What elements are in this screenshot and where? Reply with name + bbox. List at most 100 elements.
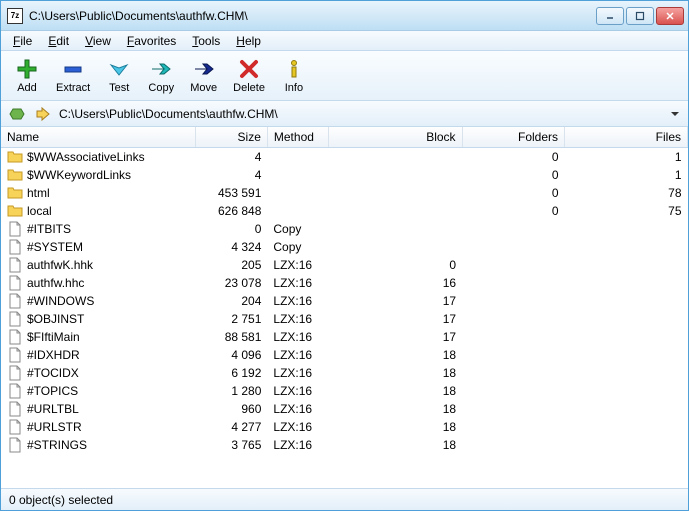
copy-button[interactable]: Copy <box>141 53 181 99</box>
file-folders <box>462 220 564 238</box>
menu-tools[interactable]: Tools <box>184 32 228 50</box>
column-header-name[interactable]: Name <box>1 127 196 148</box>
table-row[interactable]: #WINDOWS204LZX:1617 <box>1 292 688 310</box>
table-row[interactable]: #TOPICS1 280LZX:1618 <box>1 382 688 400</box>
maximize-button[interactable] <box>626 7 654 25</box>
history-icon[interactable] <box>7 104 27 124</box>
file-name: html <box>27 186 50 200</box>
file-size: 626 848 <box>196 202 268 220</box>
info-button[interactable]: Info <box>274 53 314 99</box>
table-row[interactable]: #STRINGS3 765LZX:1618 <box>1 436 688 454</box>
column-header-size[interactable]: Size <box>196 127 268 148</box>
file-name: #TOPICS <box>27 384 78 398</box>
table-row[interactable]: $FIftiMain88 581LZX:1617 <box>1 328 688 346</box>
file-method: LZX:16 <box>267 382 328 400</box>
file-name: #TOCIDX <box>27 366 79 380</box>
address-path[interactable]: C:\Users\Public\Documents\authfw.CHM\ <box>59 107 662 121</box>
file-block: 0 <box>329 256 462 274</box>
file-folders: 0 <box>462 202 564 220</box>
file-files: 78 <box>565 184 688 202</box>
file-size: 4 277 <box>196 418 268 436</box>
table-row[interactable]: $WWKeywordLinks401 <box>1 166 688 184</box>
file-method: LZX:16 <box>267 346 328 364</box>
file-block <box>329 238 462 256</box>
file-folders <box>462 292 564 310</box>
extract-button[interactable]: Extract <box>49 53 97 99</box>
file-files <box>565 274 688 292</box>
table-row[interactable]: #TOCIDX6 192LZX:1618 <box>1 364 688 382</box>
table-row[interactable]: authfwK.hhk205LZX:160 <box>1 256 688 274</box>
move-button[interactable]: Move <box>183 53 224 99</box>
file-name: $OBJINST <box>27 312 84 326</box>
file-block: 18 <box>329 364 462 382</box>
file-method: LZX:16 <box>267 400 328 418</box>
column-header-block[interactable]: Block <box>329 127 462 148</box>
table-row[interactable]: #URLTBL960LZX:1618 <box>1 400 688 418</box>
file-icon <box>7 221 23 237</box>
file-size: 205 <box>196 256 268 274</box>
delete-button[interactable]: Delete <box>226 53 272 99</box>
file-folders: 0 <box>462 184 564 202</box>
add-icon <box>15 57 39 81</box>
up-icon[interactable] <box>33 104 53 124</box>
toolbar: AddExtractTestCopyMove Delete Info <box>1 51 688 101</box>
delete-label: Delete <box>233 82 265 94</box>
table-row[interactable]: #URLSTR4 277LZX:1618 <box>1 418 688 436</box>
table-row[interactable]: html453 591078 <box>1 184 688 202</box>
file-block <box>329 220 462 238</box>
table-row[interactable]: local626 848075 <box>1 202 688 220</box>
file-block <box>329 166 462 184</box>
file-method <box>267 202 328 220</box>
test-button[interactable]: Test <box>99 53 139 99</box>
file-folders <box>462 274 564 292</box>
copy-icon <box>149 57 173 81</box>
minimize-button[interactable] <box>596 7 624 25</box>
file-files <box>565 364 688 382</box>
file-list-container[interactable]: NameSizeMethodBlockFoldersFiles $WWAssoc… <box>1 127 688 488</box>
folder-icon <box>7 185 23 201</box>
file-icon <box>7 257 23 273</box>
file-method: LZX:16 <box>267 292 328 310</box>
file-icon <box>7 329 23 345</box>
file-icon <box>7 293 23 309</box>
address-dropdown[interactable] <box>668 109 682 119</box>
file-icon <box>7 365 23 381</box>
column-header-files[interactable]: Files <box>565 127 688 148</box>
file-block: 18 <box>329 382 462 400</box>
table-row[interactable]: #IDXHDR4 096LZX:1618 <box>1 346 688 364</box>
file-size: 204 <box>196 292 268 310</box>
info-label: Info <box>285 82 303 94</box>
table-row[interactable]: $OBJINST2 751LZX:1617 <box>1 310 688 328</box>
column-header-folders[interactable]: Folders <box>462 127 564 148</box>
menu-view[interactable]: View <box>77 32 119 50</box>
file-method: Copy <box>267 220 328 238</box>
menu-edit[interactable]: Edit <box>40 32 77 50</box>
file-method: LZX:16 <box>267 418 328 436</box>
file-icon <box>7 311 23 327</box>
file-folders <box>462 238 564 256</box>
file-method: LZX:16 <box>267 256 328 274</box>
file-name: #URLTBL <box>27 402 79 416</box>
titlebar[interactable]: 7z C:\Users\Public\Documents\authfw.CHM\ <box>1 1 688 31</box>
table-row[interactable]: authfw.hhc23 078LZX:1616 <box>1 274 688 292</box>
table-row[interactable]: $WWAssociativeLinks401 <box>1 148 688 167</box>
menu-favorites[interactable]: Favorites <box>119 32 184 50</box>
file-folders: 0 <box>462 148 564 167</box>
file-block <box>329 202 462 220</box>
table-row[interactable]: #ITBITS0Copy <box>1 220 688 238</box>
file-block: 17 <box>329 328 462 346</box>
table-row[interactable]: #SYSTEM4 324Copy <box>1 238 688 256</box>
add-button[interactable]: Add <box>7 53 47 99</box>
file-files <box>565 328 688 346</box>
file-block: 18 <box>329 400 462 418</box>
statusbar: 0 object(s) selected <box>1 488 688 510</box>
column-header-method[interactable]: Method <box>267 127 328 148</box>
delete-icon <box>237 57 261 81</box>
menu-help[interactable]: Help <box>228 32 269 50</box>
close-button[interactable] <box>656 7 684 25</box>
file-block: 16 <box>329 274 462 292</box>
file-block <box>329 148 462 167</box>
file-method: LZX:16 <box>267 364 328 382</box>
app-window: 7z C:\Users\Public\Documents\authfw.CHM\… <box>0 0 689 511</box>
menu-file[interactable]: File <box>5 32 40 50</box>
